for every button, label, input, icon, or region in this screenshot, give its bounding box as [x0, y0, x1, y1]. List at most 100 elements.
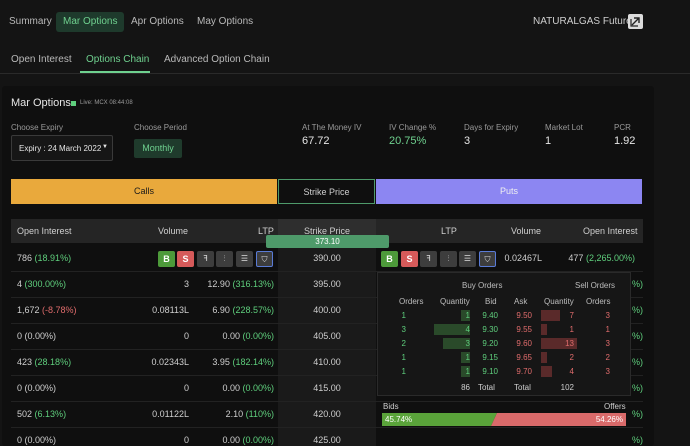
depth-sell-orders: 1: [605, 325, 610, 334]
oi-change: (28.18%): [34, 357, 72, 367]
depth-buy-quantity: 1: [465, 311, 470, 320]
days-expiry-value: 3: [464, 135, 471, 147]
row-oi: 0 (0.00%): [17, 435, 56, 445]
ltp-change: (228.57%): [232, 305, 274, 315]
ltp-change: (0.00%): [242, 331, 274, 341]
depth-sell-quantity: 1: [569, 325, 574, 334]
depth-ask: 9.70: [516, 367, 532, 376]
tab-summary[interactable]: Summary: [2, 12, 59, 32]
depth-buy-quantity: 3: [465, 339, 470, 348]
row-volume: 3: [183, 279, 189, 289]
live-dot-icon: [71, 101, 76, 106]
row-strike: 395.00: [313, 279, 341, 289]
calls-button[interactable]: Calls: [11, 179, 277, 204]
depth-sell-orders: 3: [605, 339, 610, 348]
expiry-value: Expiry : 24 March 2022: [19, 144, 102, 153]
row-put-oi-change: %): [632, 279, 643, 289]
candles-icon[interactable]: ⫶: [216, 251, 233, 267]
oi-change: (-8.78%): [42, 305, 77, 315]
depth-header-quantity: Quantity: [440, 297, 470, 306]
depth-buy-orders: 1: [401, 367, 406, 376]
row-oi: 0 (0.00%): [17, 331, 56, 341]
put-oi-value: 477: [568, 253, 584, 263]
iv-change-value: 20.75%: [389, 135, 427, 147]
sell-put-button[interactable]: S: [401, 251, 418, 267]
subtab-options-chain[interactable]: Options Chain: [86, 54, 149, 65]
depth-buy-orders: 1: [401, 353, 406, 362]
bids-percent: 45.74%: [385, 415, 413, 424]
depth-buy-orders: 2: [401, 339, 406, 348]
oi-value: 423: [17, 357, 33, 367]
choose-period-label: Choose Period: [134, 123, 187, 132]
sell-call-button[interactable]: S: [177, 251, 194, 267]
depth-ask: 9.50: [516, 311, 532, 320]
row-oi: 1,672 (-8.78%): [17, 305, 77, 315]
depth-icon[interactable]: ☰: [459, 251, 476, 267]
ltp-value: 3.95: [212, 357, 230, 367]
expiry-select[interactable]: Expiry : 24 March 2022 ▼: [11, 135, 113, 161]
depth-bid: 9.10: [482, 367, 498, 376]
chart-icon[interactable]: ꟻ: [197, 251, 214, 267]
ltp-change: (182.14%): [232, 357, 274, 367]
row-oi: 423 (28.18%): [17, 357, 71, 367]
oi-value: 502: [17, 409, 33, 419]
buy-call-button[interactable]: B: [158, 251, 175, 267]
depth-icon[interactable]: ☰: [236, 251, 253, 267]
divider: [0, 73, 690, 74]
row-ltp: 12.90 (316.13%): [207, 279, 274, 289]
row-strike: 400.00: [313, 305, 341, 315]
tab-apr-options[interactable]: Apr Options: [124, 12, 191, 32]
strike-price-button[interactable]: Strike Price: [278, 179, 375, 204]
days-expiry-label: Days for Expiry: [464, 123, 519, 132]
depth-buy-orders: 1: [401, 311, 406, 320]
candles-icon[interactable]: ⫶: [440, 251, 457, 267]
depth-sell-quantity: 7: [569, 311, 574, 320]
header-put-ltp: LTP: [441, 226, 457, 236]
depth-sell-orders: 3: [605, 367, 610, 376]
buy-put-button[interactable]: B: [381, 251, 398, 267]
row-put-oi-change: %): [632, 383, 643, 393]
oi-change: (0.00%): [24, 435, 57, 445]
ltp-value: 6.90: [212, 305, 230, 315]
depth-bid: 9.15: [482, 353, 498, 362]
row-volume: 0.01122L: [152, 409, 189, 419]
oi-value: 1,672: [17, 305, 40, 315]
depth-sell-quantity: 2: [569, 353, 574, 362]
depth-bid: 9.20: [482, 339, 498, 348]
row-oi: 502 (6.13%): [17, 409, 66, 419]
atm-iv-value: 67.72: [302, 135, 330, 147]
row-volume: 0.02343L: [151, 357, 189, 367]
chart-icon[interactable]: ꟻ: [420, 251, 437, 267]
bookmark-icon[interactable]: ⛉: [479, 251, 496, 267]
subtab-open-interest[interactable]: Open Interest: [11, 54, 72, 65]
chevron-down-icon: ▼: [102, 144, 108, 150]
depth-bid: 9.40: [482, 311, 498, 320]
oi-value: 4: [17, 279, 23, 289]
row-put-oi-change: %): [632, 331, 643, 341]
row-strike: 425.00: [313, 435, 341, 445]
tab-may-options[interactable]: May Options: [190, 12, 260, 32]
subtab-advanced-option-chain[interactable]: Advanced Option Chain: [164, 54, 270, 65]
bids-offers-bar: 45.74% 54.26%: [382, 413, 626, 426]
row-strike: 420.00: [313, 409, 341, 419]
puts-button[interactable]: Puts: [376, 179, 642, 204]
depth-sell-qty-bar: [541, 324, 547, 335]
period-button[interactable]: Monthly: [134, 139, 182, 158]
header-volume: Volume: [158, 226, 189, 236]
live-status: Live: MCX 08:44:08: [80, 100, 133, 106]
bookmark-icon[interactable]: ⛉: [256, 251, 273, 267]
total-sell-quantity: 102: [560, 383, 574, 392]
oi-value: 786: [17, 253, 33, 263]
depth-ask: 9.65: [516, 353, 532, 362]
row-volume: 0: [183, 331, 189, 341]
oi-value: 0: [17, 435, 23, 445]
depth-header-ask: Ask: [514, 297, 528, 306]
depth-header-sell-orders: Orders: [586, 297, 611, 306]
external-link-icon[interactable]: [628, 14, 643, 29]
depth-header-bid: Bid: [485, 297, 497, 306]
ltp-value: 12.90: [207, 279, 230, 289]
spot-price-indicator: 373.10: [266, 235, 389, 248]
row-divider: [11, 401, 643, 402]
depth-sell-orders: 2: [605, 353, 610, 362]
tab-mar-options[interactable]: Mar Options: [56, 12, 125, 32]
